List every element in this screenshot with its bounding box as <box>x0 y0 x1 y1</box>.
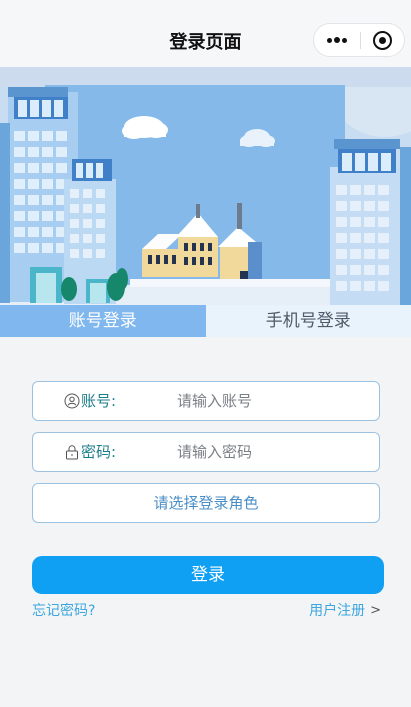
password-label-group: 密码: <box>64 433 116 471</box>
user-icon <box>64 393 80 409</box>
account-input[interactable] <box>177 388 367 414</box>
chevron-right-icon: > <box>370 602 381 618</box>
banner-illustration <box>0 67 411 306</box>
target-circle-icon[interactable] <box>373 31 392 50</box>
more-dots-icon[interactable] <box>325 37 349 45</box>
login-page: 登录页面 账号登录 手机号登录 账号: 请输入账号 密码: 请选择登录角色 登录… <box>0 0 411 707</box>
password-label: 密码: <box>81 443 117 461</box>
account-field: 账号: <box>32 381 380 421</box>
register-label[interactable]: 用户注册 <box>309 600 365 620</box>
capsule-divider <box>360 32 361 49</box>
city-buildings-illustration <box>0 67 411 306</box>
lock-icon <box>66 445 78 460</box>
tab-account-login[interactable]: 账号登录 <box>0 305 206 337</box>
password-field: 密码: <box>32 432 380 472</box>
mini-program-capsule <box>313 23 405 57</box>
tab-phone-login[interactable]: 手机号登录 <box>205 305 411 337</box>
login-button[interactable]: 登录 <box>32 556 384 594</box>
top-navbar: 登录页面 <box>0 0 411 67</box>
account-label: 账号: <box>81 392 117 410</box>
password-input[interactable] <box>177 439 367 465</box>
register-link[interactable]: 用户注册 > <box>309 600 381 620</box>
login-tabs: 账号登录 手机号登录 <box>0 305 411 337</box>
forgot-password-link[interactable]: 忘记密码? <box>32 600 95 620</box>
account-label-group: 账号: <box>64 382 116 420</box>
role-select[interactable]: 请选择登录角色 <box>32 483 380 523</box>
